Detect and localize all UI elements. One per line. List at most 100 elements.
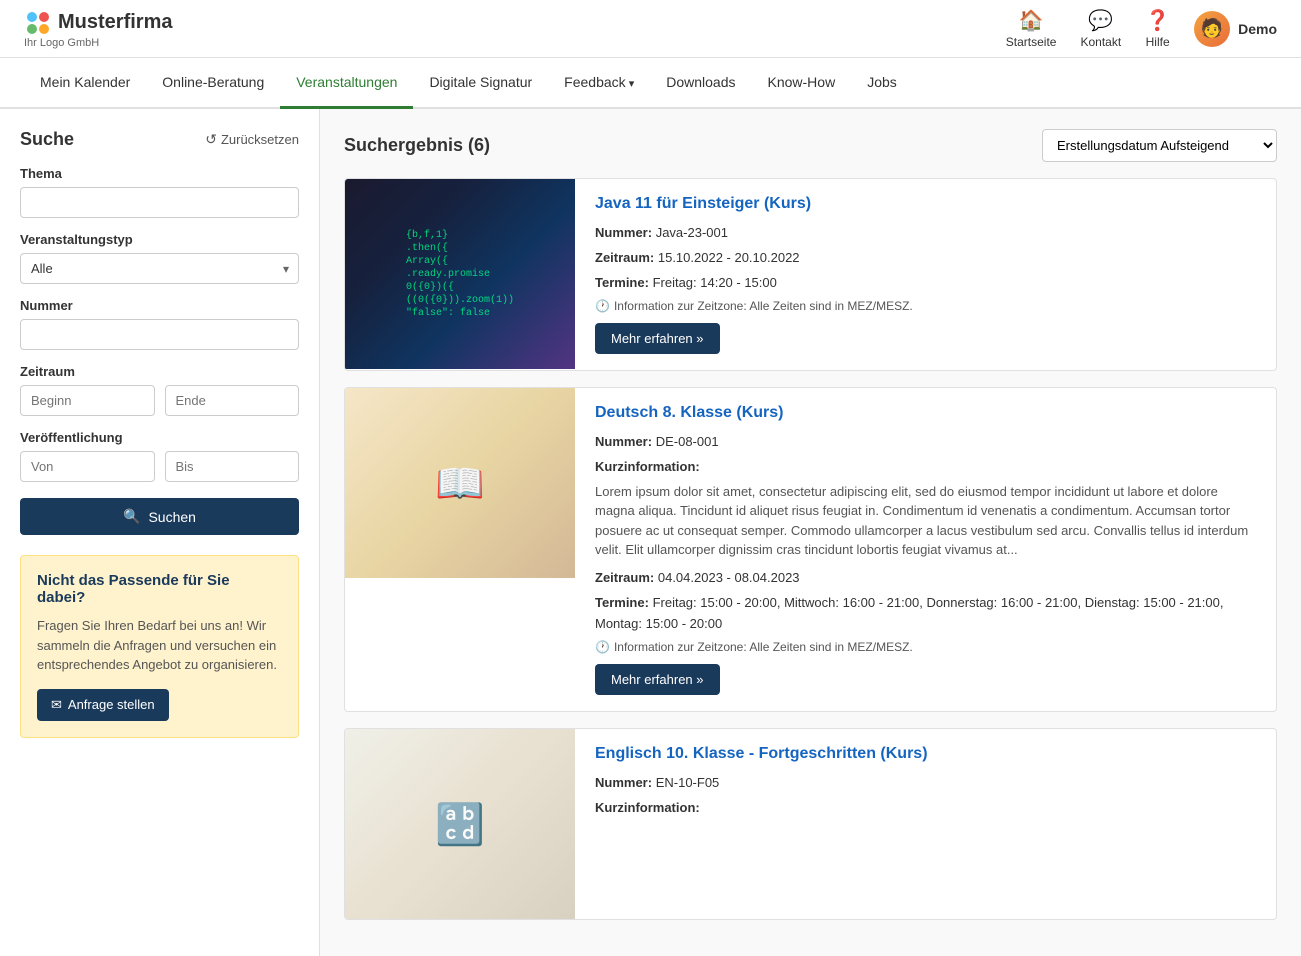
nummer-label-englisch: Nummer: [595,775,652,790]
logo: Musterfirma [24,9,172,37]
promo-title: Nicht das Passende für Sie dabei? [37,572,282,606]
zeitraum-label-deutsch: Zeitraum: [595,570,654,585]
nav-mein-kalender[interactable]: Mein Kalender [24,58,146,109]
header-nav-startseite[interactable]: 🏠 Startseite [1006,8,1057,49]
termine-label-deutsch: Termine: [595,595,649,610]
home-icon: 🏠 [1019,8,1044,33]
nav-digitale-signatur[interactable]: Digitale Signatur [413,58,548,109]
veranstaltungstyp-wrapper: Alle Kurs Webinar Workshop ▾ [20,253,299,284]
header-nav-hilfe-label: Hilfe [1146,35,1170,49]
avatar-emoji: 🧑 [1201,18,1223,39]
results-count: (6) [468,135,490,155]
thema-label: Thema [20,166,299,181]
logo-name: Musterfirma [58,11,172,34]
header: Musterfirma Ihr Logo GmbH 🏠 Startseite 💬… [0,0,1301,58]
header-nav-kontakt[interactable]: 💬 Kontakt [1080,8,1121,49]
mehr-label-java: Mehr erfahren » [611,331,704,346]
nav-know-how[interactable]: Know-How [752,58,852,109]
avatar: 🧑 [1194,11,1230,47]
zeitraum-label: Zeitraum [20,364,299,379]
help-icon: ❓ [1145,8,1170,33]
envelope-icon: ✉ [51,697,62,713]
reset-label: Zurücksetzen [221,132,299,147]
promo-text: Fragen Sie Ihren Bedarf bei uns an! Wir … [37,616,282,675]
header-nav-hilfe[interactable]: ❓ Hilfe [1145,8,1170,49]
user-area[interactable]: 🧑 Demo [1194,11,1277,47]
kurzinfo-label-deutsch: Kurzinformation: [595,459,700,474]
termine-value-deutsch: Freitag: 15:00 - 20:00, Mittwoch: 16:00 … [595,595,1223,631]
course-info-englisch: Englisch 10. Klasse - Fortgeschritten (K… [575,729,1276,919]
book-icon: 📖 [435,460,485,507]
nummer-value-java: Java-23-001 [656,225,728,240]
nummer-input[interactable] [20,319,299,350]
scrabble-icon: 🔡 [435,801,485,848]
nav-online-beratung[interactable]: Online-Beratung [146,58,280,109]
thema-input[interactable] [20,187,299,218]
termine-label-java: Termine: [595,275,649,290]
nummer-label-java: Nummer: [595,225,652,240]
course-title-deutsch[interactable]: Deutsch 8. Klasse (Kurs) [595,404,1256,422]
main-layout: Suche ↺ Zurücksetzen Thema Veranstaltung… [0,109,1301,956]
search-button-label: Suchen [148,509,195,525]
zeitraum-value-java: 15.10.2022 - 20.10.2022 [658,250,800,265]
zeitraum-label-java: Zeitraum: [595,250,654,265]
nav-downloads[interactable]: Downloads [650,58,751,109]
mehr-button-java[interactable]: Mehr erfahren » [595,323,720,354]
sidebar-promo: Nicht das Passende für Sie dabei? Fragen… [20,555,299,738]
results-title-text: Suchergebnis [344,135,468,155]
course-image-java: {b,f,1} .then({ Array({ .ready.promise 0… [345,179,575,369]
sidebar-title: Suche [20,129,74,150]
zeitraum-begin-input[interactable] [20,385,155,416]
nav-bar: Mein Kalender Online-Beratung Veranstalt… [0,58,1301,109]
course-meta-zeitraum-deutsch: Zeitraum: 04.04.2023 - 08.04.2023 [595,568,1256,589]
course-image-englisch: 🔡 [345,729,575,919]
nummer-label-deutsch: Nummer: [595,434,652,449]
course-info-java: Java 11 für Einsteiger (Kurs) Nummer: Ja… [575,179,1276,370]
course-meta-termine-java: Termine: Freitag: 14:20 - 15:00 [595,273,1256,294]
sort-wrapper: Erstellungsdatum Aufsteigend Erstellungs… [1042,129,1277,162]
veroeffentlichung-von-input[interactable] [20,451,155,482]
veroeffentlichung-row [20,451,299,482]
sort-select[interactable]: Erstellungsdatum Aufsteigend Erstellungs… [1042,129,1277,162]
reset-button[interactable]: ↺ Zurücksetzen [205,131,299,148]
results-title-area: Suchergebnis (6) [344,135,490,156]
mehr-label-deutsch: Mehr erfahren » [611,672,704,687]
chat-icon: 💬 [1088,8,1113,33]
veranstaltungstyp-label: Veranstaltungstyp [20,232,299,247]
termine-value-java: Freitag: 14:20 - 15:00 [653,275,777,290]
course-info-deutsch: Deutsch 8. Klasse (Kurs) Nummer: DE-08-0… [575,388,1276,711]
nummer-label: Nummer [20,298,299,313]
logo-area: Musterfirma Ihr Logo GmbH [24,9,172,49]
anfrage-button[interactable]: ✉ Anfrage stellen [37,689,169,721]
clock-icon-deutsch: 🕐 [595,640,610,654]
mehr-button-deutsch[interactable]: Mehr erfahren » [595,664,720,695]
veranstaltungstyp-select[interactable]: Alle Kurs Webinar Workshop [20,253,299,284]
nav-feedback[interactable]: Feedback [548,58,650,109]
course-card-java: {b,f,1} .then({ Array({ .ready.promise 0… [344,178,1277,371]
course-meta-kurzinfo-englisch: Kurzinformation: [595,798,1256,819]
course-title-englisch[interactable]: Englisch 10. Klasse - Fortgeschritten (K… [595,745,1256,763]
search-button[interactable]: 🔍 Suchen [20,498,299,535]
course-meta-kurzinfo-deutsch: Kurzinformation: [595,457,1256,478]
java-code-decoration: {b,f,1} .then({ Array({ .ready.promise 0… [406,229,514,320]
course-meta-nummer-deutsch: Nummer: DE-08-001 [595,432,1256,453]
course-card-englisch: 🔡 Englisch 10. Klasse - Fortgeschritten … [344,728,1277,920]
veroeffentlichung-bis-input[interactable] [165,451,300,482]
nav-jobs[interactable]: Jobs [851,58,913,109]
nav-veranstaltungen[interactable]: Veranstaltungen [280,58,413,109]
course-image-deutsch: 📖 [345,388,575,578]
user-name: Demo [1238,21,1277,37]
reset-icon: ↺ [205,131,217,148]
sidebar-title-row: Suche ↺ Zurücksetzen [20,129,299,150]
results-title: Suchergebnis (6) [344,135,490,155]
search-icon: 🔍 [123,508,140,525]
zeitraum-value-deutsch: 04.04.2023 - 08.04.2023 [658,570,800,585]
timezone-note-java: 🕐 Information zur Zeitzone: Alle Zeiten … [595,299,1256,313]
content: Suchergebnis (6) Erstellungsdatum Aufste… [320,109,1301,956]
header-nav-startseite-label: Startseite [1006,35,1057,49]
anfrage-label: Anfrage stellen [68,697,155,712]
course-title-java[interactable]: Java 11 für Einsteiger (Kurs) [595,195,1256,213]
sidebar: Suche ↺ Zurücksetzen Thema Veranstaltung… [0,109,320,956]
course-card-deutsch: 📖 Deutsch 8. Klasse (Kurs) Nummer: DE-08… [344,387,1277,712]
zeitraum-end-input[interactable] [165,385,300,416]
